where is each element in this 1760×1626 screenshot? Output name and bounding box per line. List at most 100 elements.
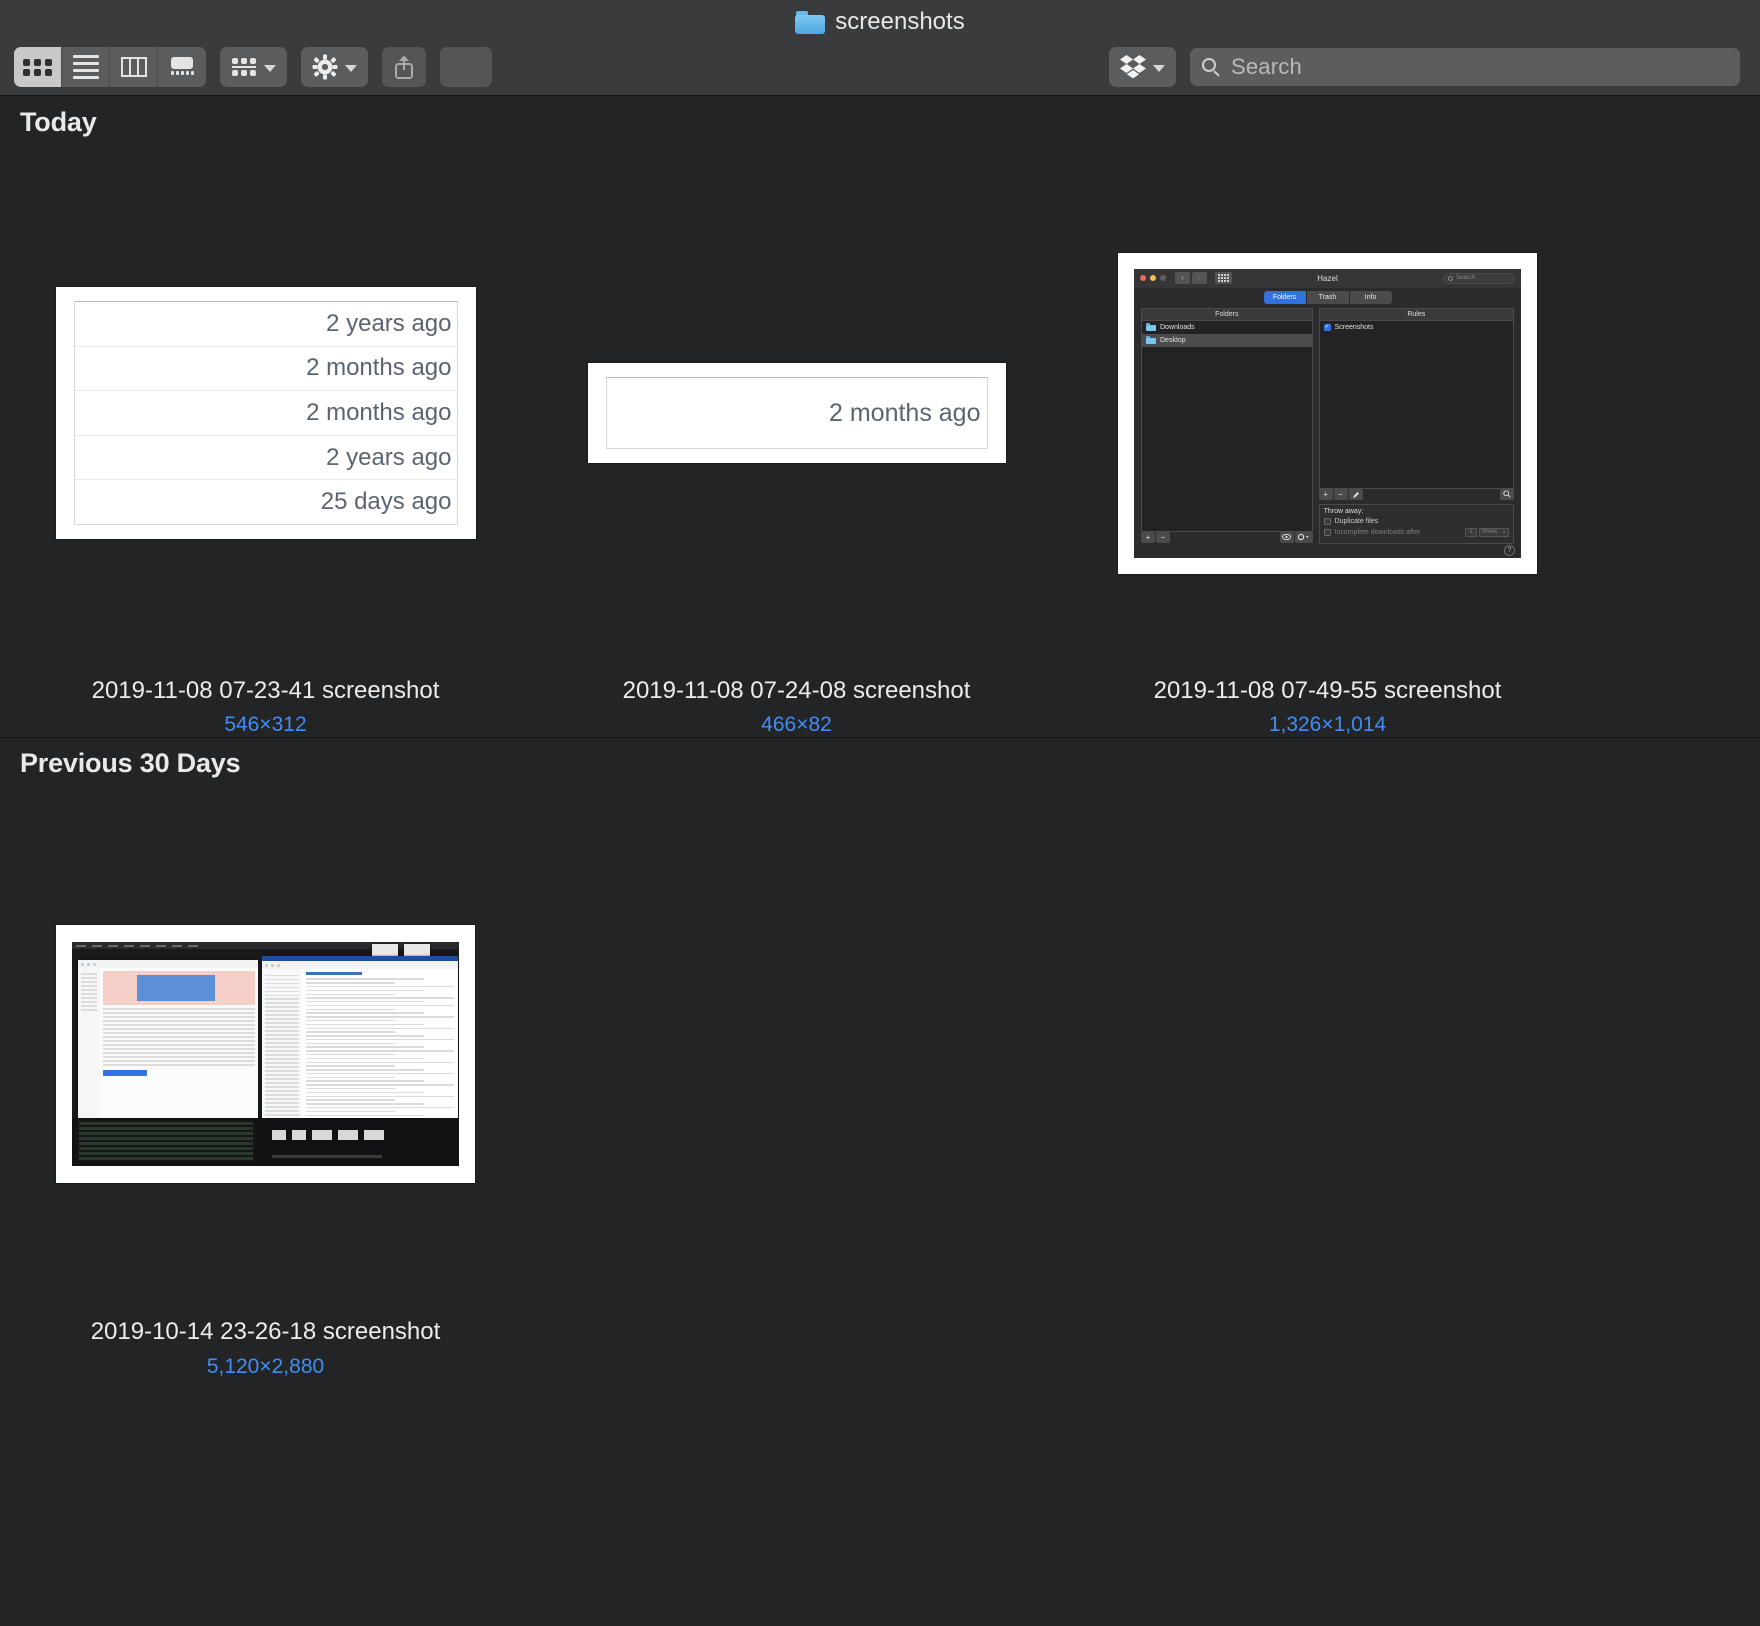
folder-list-item[interactable]: Downloads [1142, 321, 1312, 334]
group-header-today: Today [20, 106, 97, 137]
incomplete-downloads-option[interactable]: Incomplete downloads after 1 Week ‣ [1323, 527, 1509, 537]
tab-folders[interactable]: Folders [1263, 291, 1306, 304]
folder-gear-button[interactable] [1294, 531, 1313, 543]
file-item[interactable]: 2 months ago 2019-11-08 07-24-08 screens… [531, 148, 1062, 737]
edit-rule-button[interactable] [1348, 489, 1363, 500]
window-title: screenshots [0, 6, 1760, 38]
preview-row: 2 months ago [74, 347, 457, 392]
preview-row: 2 months ago [74, 391, 457, 436]
preview-eye-button[interactable] [1279, 531, 1294, 543]
window-title-text: screenshots [835, 8, 965, 35]
incomplete-unit-select[interactable]: Week ‣ [1479, 527, 1509, 537]
group-header-previous-30-days: Previous 30 Days [0, 737, 1760, 789]
folders-list[interactable]: Downloads Desktop [1141, 319, 1313, 532]
duplicate-files-option[interactable]: Duplicate files [1323, 517, 1509, 525]
desktop-chip [292, 1130, 306, 1141]
view-mode-segmented-control[interactable] [14, 47, 206, 87]
tab-info[interactable]: Info [1349, 291, 1392, 304]
desktop-chip [272, 1130, 286, 1141]
list-lines-icon [72, 55, 99, 79]
hazel-body: Folders Downloads Desktop + − Rules ✓ Sc… [1134, 307, 1521, 544]
desktop-window-small [372, 944, 398, 957]
help-button[interactable]: ? [1504, 545, 1515, 556]
folder-icon [795, 10, 826, 34]
edit-tags-button[interactable] [440, 47, 492, 87]
preview-row: 2 years ago [74, 302, 457, 347]
throw-away-label: Throw away: [1323, 507, 1364, 515]
list-view-button[interactable] [62, 47, 110, 87]
hazel-tab-bar[interactable]: Folders Trash Info [1134, 287, 1521, 308]
search-icon [1202, 57, 1221, 77]
rule-list-item[interactable]: ✓ Screenshots [1320, 321, 1513, 334]
incomplete-downloads-stepper[interactable]: 1 Week ‣ [1465, 527, 1509, 537]
rule-search-button[interactable] [1500, 488, 1514, 500]
file-item[interactable]: 2019-10-14 23-26-18 screenshot 5,120×2,8… [0, 789, 531, 1378]
duplicate-files-checkbox[interactable] [1323, 517, 1331, 525]
share-button[interactable] [382, 47, 426, 87]
action-menu-button[interactable] [301, 47, 368, 87]
incomplete-downloads-checkbox[interactable] [1323, 528, 1331, 536]
folder-list-item[interactable]: Desktop [1142, 333, 1312, 347]
file-dimensions: 546×312 [224, 713, 307, 737]
hazel-search-field[interactable]: Search [1443, 272, 1515, 284]
preview-hazel-window: ‹ › Hazel Search Folders Trash Info Fold… [1118, 252, 1537, 574]
preview-table-rows: 2 years ago 2 months ago 2 months ago 2 … [55, 287, 476, 539]
file-item[interactable]: ‹ › Hazel Search Folders Trash Info Fold… [1062, 148, 1593, 737]
incomplete-unit-label: Week [1482, 529, 1498, 535]
desktop-chip [364, 1130, 384, 1141]
search-field[interactable]: Search [1190, 48, 1740, 86]
icon-view-button[interactable] [14, 47, 62, 87]
throw-away-section: Throw away: Duplicate files Incomplete d… [1318, 503, 1514, 544]
gallery-view-button[interactable] [158, 47, 206, 87]
incomplete-number-field[interactable]: 1 [1465, 527, 1477, 537]
dropbox-button[interactable] [1109, 47, 1176, 87]
search-input-placeholder[interactable]: Search [1231, 54, 1302, 80]
folders-button-bar[interactable]: + − [1141, 531, 1313, 544]
desktop-terminal-window [76, 1120, 256, 1163]
folder-icon [1146, 336, 1156, 344]
rule-label: Screenshots [1334, 323, 1374, 331]
remove-folder-button[interactable]: − [1156, 532, 1170, 543]
folder-label: Downloads [1160, 323, 1195, 331]
file-name[interactable]: 2019-11-08 07-49-55 screenshot [1154, 677, 1502, 704]
rule-checkbox[interactable]: ✓ [1323, 323, 1331, 331]
hazel-rules-pane: Rules ✓ Screenshots + − Throw away: Dupl… [1318, 307, 1514, 544]
file-name[interactable]: 2019-11-08 07-23-41 screenshot [92, 677, 440, 704]
preview-row: 25 days ago [320, 488, 452, 516]
hazel-titlebar: ‹ › Hazel Search [1134, 268, 1521, 288]
desktop-window-small [404, 944, 430, 957]
file-name[interactable]: 2019-10-14 23-26-18 screenshot [91, 1318, 441, 1345]
remove-rule-button[interactable]: − [1333, 489, 1348, 500]
file-name[interactable]: 2019-11-08 07-24-08 screenshot [623, 677, 971, 704]
file-browser-content[interactable]: Today 2 years ago 2 months ago 2 months … [0, 96, 1760, 1626]
hazel-folders-pane: Folders Downloads Desktop + − [1141, 307, 1313, 544]
dropbox-icon [1120, 55, 1146, 79]
desktop-window-gmail [78, 960, 258, 1131]
add-rule-button[interactable]: + [1318, 489, 1333, 500]
group-by-button[interactable] [220, 47, 287, 87]
desktop-chip [338, 1130, 358, 1141]
tab-trash[interactable]: Trash [1306, 291, 1349, 304]
rules-button-bar[interactable]: + − [1318, 488, 1514, 501]
desktop-chip [272, 1155, 382, 1159]
gear-icon [312, 54, 338, 80]
icon-grid-today: 2 years ago 2 months ago 2 months ago 2 … [0, 148, 1760, 737]
folders-pane-header: Folders [1141, 307, 1313, 320]
add-folder-button[interactable]: + [1141, 532, 1155, 543]
rules-list[interactable]: ✓ Screenshots [1318, 319, 1514, 489]
chevron-down-icon: ‣ [1502, 529, 1506, 536]
thumbnail-container[interactable]: 2 years ago 2 months ago 2 months ago 2 … [0, 148, 531, 678]
thumbnail-container[interactable]: 2 months ago [531, 148, 1062, 678]
file-item[interactable]: 2 years ago 2 months ago 2 months ago 2 … [0, 148, 531, 737]
share-icon [393, 54, 415, 80]
preview-single-row: 2 months ago [587, 363, 1006, 463]
tag-icon [451, 58, 481, 77]
folder-label: Desktop [1160, 336, 1186, 344]
thumbnail-container[interactable] [0, 789, 531, 1319]
file-dimensions: 466×82 [761, 713, 832, 737]
rules-pane-header: Rules [1318, 307, 1514, 320]
file-dimensions: 1,326×1,014 [1268, 713, 1387, 737]
column-view-button[interactable] [110, 47, 158, 87]
incomplete-downloads-label: Incomplete downloads after [1334, 528, 1421, 536]
thumbnail-container[interactable]: ‹ › Hazel Search Folders Trash Info Fold… [1062, 148, 1593, 678]
